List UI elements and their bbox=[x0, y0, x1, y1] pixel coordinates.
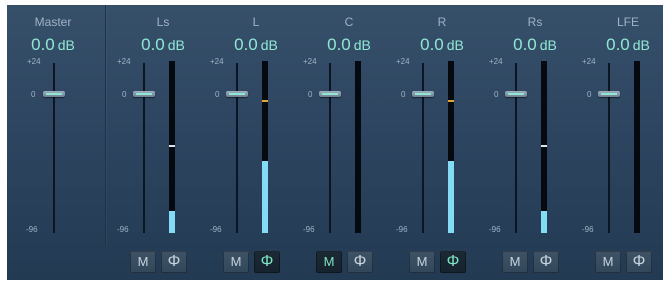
phase-invert-button[interactable]: Φ bbox=[254, 251, 280, 273]
gain-value: 0.0 bbox=[234, 35, 258, 54]
channel-strip-lfe: LFE 0.0 dB +24 0 -96 M Φ bbox=[582, 5, 666, 280]
fader-handle-icon[interactable] bbox=[226, 91, 248, 97]
scale-zero-label: 0 bbox=[587, 90, 592, 99]
mute-button[interactable]: M bbox=[595, 251, 621, 273]
mute-button[interactable]: M bbox=[130, 251, 156, 273]
channel-name: R bbox=[437, 15, 447, 29]
phase-invert-button[interactable]: Φ bbox=[626, 251, 652, 273]
gain-unit: dB bbox=[539, 37, 557, 53]
channel-strip-r: R 0.0 dB +24 0 -96 M Φ bbox=[396, 5, 488, 280]
mute-button[interactable]: M bbox=[316, 251, 342, 273]
gain-readout: 0.0 dB bbox=[396, 35, 488, 55]
channel-name: Master bbox=[34, 15, 72, 29]
scale-top-label: +24 bbox=[210, 57, 224, 66]
fader-track[interactable] bbox=[53, 63, 55, 233]
fader-handle-icon[interactable] bbox=[412, 91, 434, 97]
meter-fill bbox=[169, 211, 175, 233]
fader-track[interactable] bbox=[422, 63, 424, 233]
fader-track[interactable] bbox=[515, 63, 517, 233]
meter-peak-indicator bbox=[262, 100, 268, 102]
level-meter bbox=[634, 61, 640, 233]
scale-zero-label: 0 bbox=[215, 90, 220, 99]
gain-readout: 0.0 dB bbox=[117, 35, 209, 55]
scale-zero-label: 0 bbox=[494, 90, 499, 99]
meter-fill bbox=[448, 161, 454, 233]
scale-top-label: +24 bbox=[27, 57, 41, 66]
channel-name: Ls bbox=[156, 15, 170, 29]
gain-unit: dB bbox=[167, 37, 185, 53]
channel-name: L bbox=[252, 15, 260, 29]
master-divider bbox=[105, 5, 106, 245]
gain-value: 0.0 bbox=[141, 35, 165, 54]
scale-top-label: +24 bbox=[489, 57, 503, 66]
mixer-panel: Master 0.0 dB +24 0 -96 Ls 0.0 dB +24 0 -9… bbox=[7, 5, 663, 280]
scale-bottom-label: -96 bbox=[210, 225, 222, 234]
gain-readout: 0.0 dB bbox=[7, 35, 99, 55]
gain-readout: 0.0 dB bbox=[210, 35, 302, 55]
scale-top-label: +24 bbox=[396, 57, 410, 66]
scale-bottom-label: -96 bbox=[303, 225, 315, 234]
scale-top-label: +24 bbox=[303, 57, 317, 66]
phase-invert-button[interactable]: Φ bbox=[161, 251, 187, 273]
meter-fill bbox=[262, 161, 268, 233]
level-meter bbox=[541, 61, 547, 233]
channel-name: LFE bbox=[616, 15, 639, 29]
level-meter bbox=[262, 61, 268, 233]
scale-zero-label: 0 bbox=[31, 90, 36, 99]
gain-value: 0.0 bbox=[420, 35, 444, 54]
level-meter bbox=[448, 61, 454, 233]
scale-bottom-label: -96 bbox=[582, 225, 594, 234]
fader-track[interactable] bbox=[608, 63, 610, 233]
gain-unit: dB bbox=[632, 37, 650, 53]
gain-value: 0.0 bbox=[327, 35, 351, 54]
scale-bottom-label: -96 bbox=[26, 225, 38, 234]
surround-mixer: Master 0.0 dB +24 0 -96 Ls 0.0 dB +24 0 -9… bbox=[0, 0, 666, 282]
channel-strip-master: Master 0.0 dB +24 0 -96 bbox=[7, 5, 99, 280]
fader-handle-icon[interactable] bbox=[505, 91, 527, 97]
channel-strip-c: C 0.0 dB +24 0 -96 M Φ bbox=[303, 5, 395, 280]
scale-top-label: +24 bbox=[117, 57, 131, 66]
channel-strip-l: L 0.0 dB +24 0 -96 M Φ bbox=[210, 5, 302, 280]
gain-value: 0.0 bbox=[513, 35, 537, 54]
channel-strip-rs: Rs 0.0 dB +24 0 -96 M Φ bbox=[489, 5, 581, 280]
fader-track[interactable] bbox=[236, 63, 238, 233]
gain-readout: 0.0 dB bbox=[303, 35, 395, 55]
channel-name: C bbox=[344, 15, 354, 29]
gain-value: 0.0 bbox=[31, 35, 55, 54]
scale-bottom-label: -96 bbox=[396, 225, 408, 234]
fader-handle-icon[interactable] bbox=[598, 91, 620, 97]
fader-handle-icon[interactable] bbox=[319, 91, 341, 97]
mute-button[interactable]: M bbox=[223, 251, 249, 273]
fader-track[interactable] bbox=[143, 63, 145, 233]
scale-top-label: +24 bbox=[582, 57, 596, 66]
gain-unit: dB bbox=[353, 37, 371, 53]
fader-track[interactable] bbox=[329, 63, 331, 233]
scale-bottom-label: -96 bbox=[117, 225, 129, 234]
mute-button[interactable]: M bbox=[502, 251, 528, 273]
gain-readout: 0.0 dB bbox=[582, 35, 666, 55]
scale-zero-label: 0 bbox=[401, 90, 406, 99]
channel-name: Rs bbox=[527, 15, 543, 29]
channel-strip-ls: Ls 0.0 dB +24 0 -96 M Φ bbox=[117, 5, 209, 280]
gain-value: 0.0 bbox=[606, 35, 630, 54]
scale-bottom-label: -96 bbox=[489, 225, 501, 234]
phase-invert-button[interactable]: Φ bbox=[440, 251, 466, 273]
fader-handle-icon[interactable] bbox=[133, 91, 155, 97]
phase-invert-button[interactable]: Φ bbox=[347, 251, 373, 273]
scale-zero-label: 0 bbox=[122, 90, 127, 99]
level-meter bbox=[169, 61, 175, 233]
meter-peak-indicator bbox=[541, 145, 547, 147]
fader-handle-icon[interactable] bbox=[43, 91, 65, 97]
gain-unit: dB bbox=[446, 37, 464, 53]
meter-fill bbox=[541, 211, 547, 233]
meter-peak-indicator bbox=[448, 100, 454, 102]
gain-unit: dB bbox=[260, 37, 278, 53]
meter-peak-indicator bbox=[169, 145, 175, 147]
phase-invert-button[interactable]: Φ bbox=[533, 251, 559, 273]
gain-readout: 0.0 dB bbox=[489, 35, 581, 55]
mute-button[interactable]: M bbox=[409, 251, 435, 273]
level-meter bbox=[355, 61, 361, 233]
scale-zero-label: 0 bbox=[308, 90, 313, 99]
gain-unit: dB bbox=[57, 37, 75, 53]
